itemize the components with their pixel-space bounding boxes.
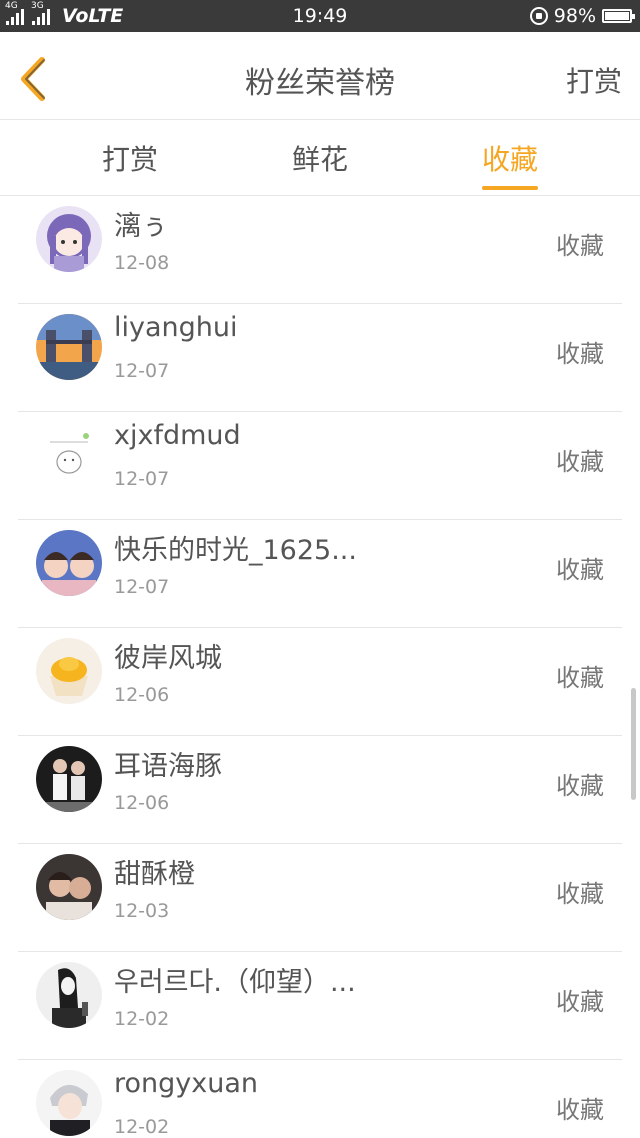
user-name: 耳语海豚: [114, 751, 222, 782]
action-label: 收藏: [556, 340, 604, 368]
rotation-lock-icon: [529, 7, 548, 25]
status-right: 98%: [529, 4, 635, 28]
tab-flowers[interactable]: 鲜花: [260, 138, 380, 178]
user-name: liyanghui: [114, 312, 238, 343]
anime-character-avatar-icon: [36, 1070, 102, 1136]
tab-favorites[interactable]: 收藏: [450, 138, 570, 178]
action-label: 收藏: [556, 232, 604, 260]
couple-photo-avatar-icon: [36, 746, 102, 812]
list-item[interactable]: 彼岸风城 12-06 收藏: [18, 628, 622, 736]
favorite-date: 12-07: [114, 576, 170, 598]
favorite-date: 12-07: [114, 468, 170, 490]
fan-list: 漓ぅ 12-08 收藏 liyanghui 12-07 收藏 xjxfdmud …: [0, 196, 640, 1138]
anime-girl-avatar-icon: [36, 206, 102, 272]
reward-button[interactable]: 打赏: [566, 60, 622, 100]
action-label: 收藏: [556, 556, 604, 584]
action-label: 收藏: [556, 664, 604, 692]
user-name: 甜酥橙: [114, 859, 195, 890]
couple-selfie-avatar-icon: [36, 854, 102, 920]
user-name: xjxfdmud: [114, 420, 241, 451]
user-name: 快乐的时光_1625...: [114, 535, 357, 566]
nav-bar: 粉丝荣誉榜 打赏: [0, 32, 640, 120]
favorite-date: 12-08: [114, 252, 170, 274]
list-item[interactable]: 漓ぅ 12-08 收藏: [18, 196, 622, 304]
kids-photo-avatar-icon: [36, 530, 102, 596]
doodle-avatar-icon: [36, 422, 102, 488]
battery-icon: [602, 9, 635, 23]
favorite-date: 12-03: [114, 900, 170, 922]
page-title: 粉丝荣誉榜: [245, 66, 395, 101]
favorite-date: 12-07: [114, 360, 170, 382]
favorite-date: 12-06: [114, 792, 170, 814]
tower-bridge-avatar-icon: [36, 314, 102, 380]
action-label: 收藏: [556, 988, 604, 1016]
scrollbar[interactable]: [631, 688, 636, 800]
user-name: 우러르다.（仰望）...: [114, 967, 356, 998]
list-item[interactable]: xjxfdmud 12-07 收藏: [18, 412, 622, 520]
list-item[interactable]: 甜酥橙 12-03 收藏: [18, 844, 622, 952]
status-bar: 4G 3G VoLTE 19:49 98%: [0, 0, 640, 32]
action-label: 收藏: [556, 448, 604, 476]
back-button[interactable]: [14, 54, 54, 104]
action-label: 收藏: [556, 880, 604, 908]
battery-percent: 98%: [553, 5, 596, 27]
user-name: 漓ぅ: [114, 211, 168, 242]
list-item[interactable]: 快乐的时光_1625... 12-07 收藏: [18, 520, 622, 628]
list-item[interactable]: 耳语海豚 12-06 收藏: [18, 736, 622, 844]
tab-bar: 打赏 鲜花 收藏: [0, 120, 640, 196]
list-item[interactable]: liyanghui 12-07 收藏: [18, 304, 622, 412]
chevron-left-icon: [21, 57, 45, 101]
favorite-date: 12-02: [114, 1116, 170, 1138]
user-name: rongyxuan: [114, 1068, 259, 1099]
favorite-date: 12-06: [114, 684, 170, 706]
favorite-date: 12-02: [114, 1008, 170, 1030]
user-name: 彼岸风城: [114, 643, 222, 674]
list-item[interactable]: 우러르다.（仰望）... 12-02 收藏: [18, 952, 622, 1060]
cupcake-avatar-icon: [36, 638, 102, 704]
tab-reward[interactable]: 打赏: [70, 138, 190, 178]
bw-girl-avatar-icon: [36, 962, 102, 1028]
active-tab-indicator: [482, 186, 538, 190]
action-label: 收藏: [556, 772, 604, 800]
action-label: 收藏: [556, 1096, 604, 1124]
list-item[interactable]: rongyxuan 12-02 收藏: [18, 1060, 622, 1138]
